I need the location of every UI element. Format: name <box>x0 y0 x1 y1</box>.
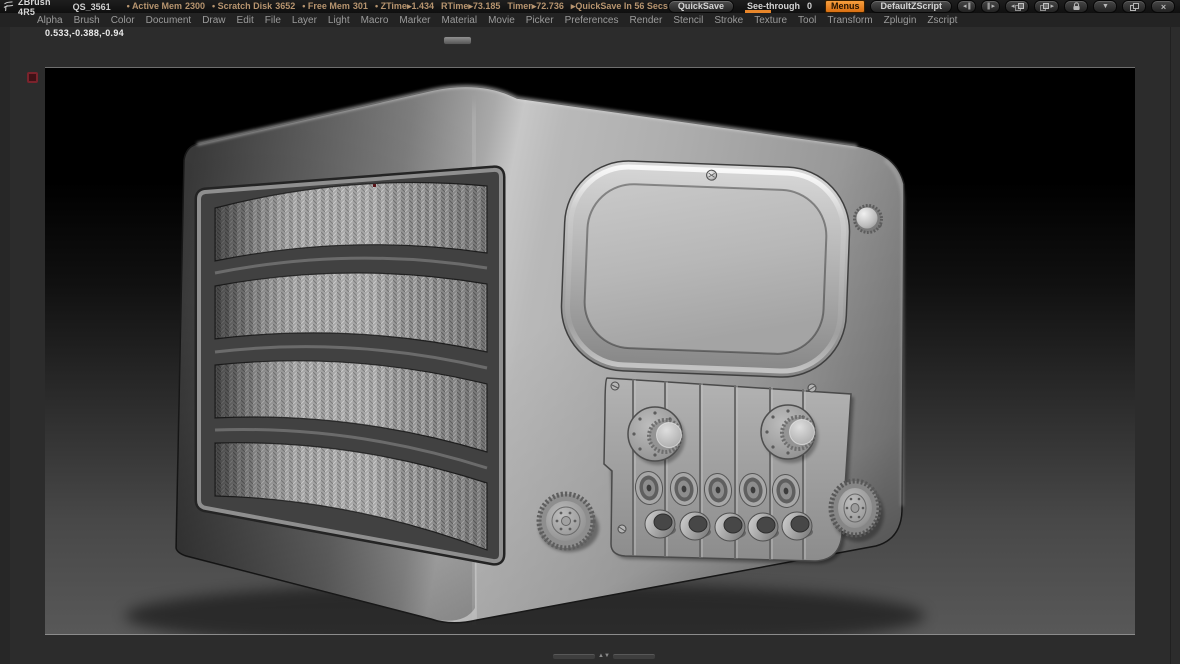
menu-item-material[interactable]: Material <box>442 15 478 26</box>
arrow-right-icon: ▸ <box>1050 2 1053 10</box>
see-through-progress-bar <box>744 9 771 13</box>
menu-item-zscript[interactable]: Zscript <box>927 15 957 26</box>
menu-item-texture[interactable]: Texture <box>754 15 787 26</box>
menu-item-layer[interactable]: Layer <box>292 15 317 26</box>
stat-scratch-disk: Scratch Disk3652 <box>212 1 296 12</box>
app-title: ZBrush 4R5 <box>18 0 51 17</box>
menu-item-tool[interactable]: Tool <box>798 15 816 26</box>
quicksave-countdown: QuickSave In 56 Secs <box>571 1 668 12</box>
minimize-window-button[interactable]: ▼ <box>1093 0 1117 13</box>
menu-item-draw[interactable]: Draw <box>202 15 225 26</box>
stat-free-mem: Free Mem301 <box>302 1 368 12</box>
stat-rtime: RTime73.185 <box>441 1 500 12</box>
documents-icon <box>1015 3 1025 11</box>
stray-vertex-dot <box>373 184 376 187</box>
divider-arrows-icon: ▲▼ <box>598 653 610 659</box>
documents-icon <box>1040 3 1050 11</box>
left-tray-strip <box>0 26 10 664</box>
previous-document-button[interactable]: ◂ <box>1004 0 1030 13</box>
title-bar: ZBrush 4R5 QS_3561 Active Mem2300 Scratc… <box>0 0 1180 17</box>
menu-item-document[interactable]: Document <box>146 15 192 26</box>
zbrush-logo-icon <box>3 1 14 12</box>
close-icon: × <box>1160 1 1166 12</box>
control-panel <box>603 377 854 564</box>
memory-stats-readout: Active Mem2300 Scratch Disk3652 Free Mem… <box>127 1 668 12</box>
menu-item-render[interactable]: Render <box>630 15 663 26</box>
stat-timer: Timer72.736 <box>507 1 563 12</box>
right-tray-divider <box>1170 26 1171 664</box>
bottom-tray-divider-handle[interactable]: ▲▼ <box>553 653 655 659</box>
radio-model <box>175 84 905 624</box>
menu-item-edit[interactable]: Edit <box>237 15 254 26</box>
menu-bar: Alpha Brush Color Document Draw Edit Fil… <box>0 13 1180 27</box>
arrow-left-icon: ◂ <box>963 2 966 10</box>
quicksave-button[interactable]: QuickSave <box>667 0 734 13</box>
menu-item-macro[interactable]: Macro <box>361 15 389 26</box>
document-canvas[interactable] <box>45 67 1135 650</box>
see-through-slider[interactable]: See-through 0 <box>739 1 820 13</box>
arrow-right-icon: ▸ <box>991 2 994 10</box>
tray-bars-icon: ||| <box>967 2 972 10</box>
menu-item-zplugin[interactable]: Zplugin <box>884 15 917 26</box>
minimize-icon: ▼ <box>1102 2 1109 10</box>
tray-bars-icon: ||| <box>986 2 991 10</box>
collapse-left-tray-button[interactable]: ◂ ||| <box>957 0 976 13</box>
collapse-right-tray-button[interactable]: ||| ▸ <box>980 0 1000 13</box>
stat-active-mem: Active Mem2300 <box>127 1 205 12</box>
document-name: QS_3561 <box>72 1 111 12</box>
stat-ztime: ZTime1.434 <box>375 1 434 12</box>
display-screen <box>583 183 828 355</box>
divider-bar <box>553 653 595 659</box>
menu-item-transform[interactable]: Transform <box>827 15 872 26</box>
menu-item-marker[interactable]: Marker <box>399 15 430 26</box>
menu-item-movie[interactable]: Movie <box>488 15 515 26</box>
restore-window-button[interactable] <box>1122 0 1146 13</box>
arrow-left-icon: ◂ <box>1010 2 1014 10</box>
menus-toggle-button[interactable]: Menus <box>824 0 866 13</box>
close-window-button[interactable]: × <box>1151 0 1175 13</box>
menu-item-picker[interactable]: Picker <box>526 15 554 26</box>
lock-icon <box>1072 2 1080 10</box>
canvas-marker <box>27 72 38 83</box>
menu-item-file[interactable]: File <box>265 15 281 26</box>
menu-item-brush[interactable]: Brush <box>74 15 100 26</box>
tray-divider-handle[interactable] <box>443 36 472 45</box>
menu-item-stencil[interactable]: Stencil <box>673 15 703 26</box>
menu-item-color[interactable]: Color <box>111 15 135 26</box>
menu-item-preferences[interactable]: Preferences <box>565 15 619 26</box>
see-through-value: 0 <box>806 0 812 11</box>
next-document-button[interactable]: ▸ <box>1034 0 1059 13</box>
divider-bar <box>612 653 655 659</box>
restore-icon <box>1130 3 1139 11</box>
display-bezel <box>560 160 851 378</box>
cursor-coordinates-readout: 0.533,-0.388,-0.94 <box>45 28 124 38</box>
default-zscript-button[interactable]: DefaultZScript <box>870 0 952 13</box>
viewport-3d-render <box>125 84 925 650</box>
speaker-grille <box>194 165 506 566</box>
lock-ui-button[interactable] <box>1064 0 1088 13</box>
menu-item-light[interactable]: Light <box>328 15 350 26</box>
menu-item-stroke[interactable]: Stroke <box>714 15 743 26</box>
